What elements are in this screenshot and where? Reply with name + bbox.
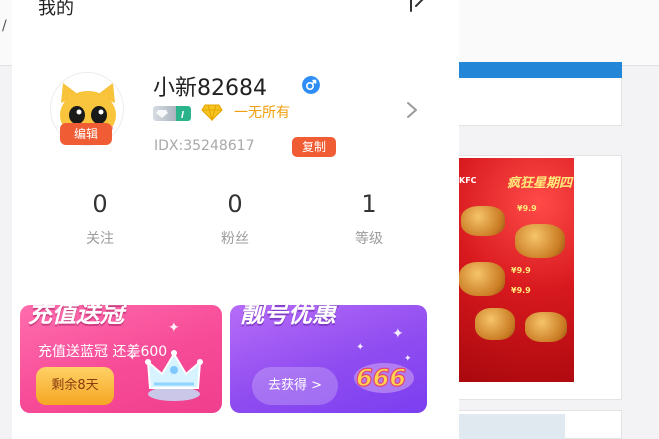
chevron-right-icon[interactable] — [405, 100, 419, 120]
diamond-icon — [201, 104, 223, 121]
food-image — [515, 224, 565, 258]
edit-pen-icon[interactable] — [408, 0, 428, 14]
food-image — [475, 308, 515, 340]
food-image — [461, 206, 505, 236]
male-icon — [302, 76, 320, 94]
ad-price-graphic: ¥9.9 — [511, 266, 531, 275]
recharge-crown-title: 充值送冠 — [28, 300, 124, 328]
user-idx: IDX:35248617 — [154, 138, 255, 154]
following-count[interactable]: 0 — [60, 190, 140, 218]
sparkle-icon: ✦ — [128, 352, 137, 363]
obtain-button[interactable]: 去获得 > — [252, 367, 338, 405]
panel-title: 我的 — [38, 0, 74, 19]
days-remaining-button[interactable]: 剩余8天 — [36, 367, 114, 405]
kfc-ad-image[interactable]: KFC 疯狂星期四 ¥9.9 ¥9.9 ¥9.9 — [455, 158, 574, 382]
ad-price-graphic: ¥9.9 — [517, 204, 537, 213]
ad-title: 疯狂星期四 — [507, 176, 573, 191]
followers-label[interactable]: 粉丝 — [195, 228, 275, 248]
crown-icon — [145, 350, 203, 401]
svg-text:I: I — [181, 110, 184, 121]
followers-count[interactable]: 0 — [195, 190, 275, 218]
background-strip — [455, 414, 565, 439]
edit-avatar-button[interactable]: 编辑 — [60, 123, 112, 145]
level-count[interactable]: 1 — [329, 190, 409, 218]
sparkle-icon: ✦ — [356, 342, 365, 353]
number-666-text: 666 — [356, 364, 406, 392]
wealth-label: 一无所有 — [234, 105, 290, 121]
premium-number-title: 靓号优惠 — [240, 300, 336, 328]
sparkle-icon: ✦ — [168, 320, 180, 336]
vip-level-badge: I — [153, 106, 191, 121]
food-image — [525, 312, 567, 342]
following-label[interactable]: 关注 — [60, 228, 140, 248]
background-glyph: / — [2, 18, 7, 34]
copy-idx-button[interactable]: 复制 — [292, 137, 336, 157]
ad-brand: KFC — [459, 176, 477, 185]
sparkle-icon: ✦ — [392, 326, 404, 342]
background-banner — [455, 62, 622, 78]
food-image — [459, 262, 505, 296]
level-label[interactable]: 等级 — [329, 228, 409, 248]
username: 小新82684 — [153, 76, 267, 101]
ad-price-graphic: ¥9.9 — [511, 286, 531, 295]
sparkle-icon: ✦ — [404, 354, 412, 364]
